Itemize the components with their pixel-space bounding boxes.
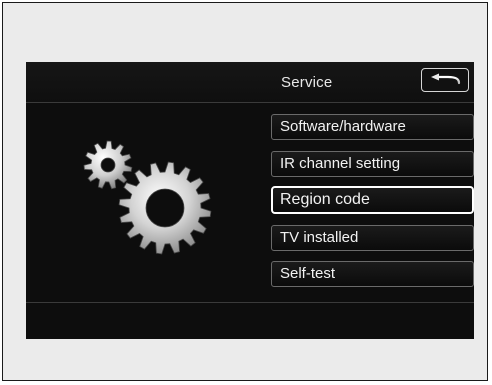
menu-item-label: TV installed [280, 229, 359, 246]
back-button[interactable] [421, 68, 469, 92]
menu-item-tv-installed[interactable]: TV installed [271, 225, 474, 251]
footer-divider [26, 302, 474, 303]
small-gear-shape [83, 140, 133, 190]
menu-item-software-hardware[interactable]: Software/hardware [271, 114, 474, 140]
manual-figure-frame: Service Software/hardware IR channel set… [2, 2, 488, 381]
menu-item-self-test[interactable]: Self-test [271, 261, 474, 287]
menu-item-ir-channel-setting[interactable]: IR channel setting [271, 151, 474, 177]
page-title: Service [281, 74, 333, 91]
service-screen: Service Software/hardware IR channel set… [26, 62, 474, 339]
gears-icon [83, 140, 212, 255]
back-arrow-icon [431, 73, 461, 85]
menu-item-label: Software/hardware [280, 118, 406, 135]
menu-item-label: Region code [280, 191, 370, 208]
big-gear-shape [118, 161, 212, 255]
header-bar: Service [26, 62, 474, 102]
header-divider [26, 102, 474, 103]
menu-item-label: IR channel setting [280, 155, 401, 172]
menu-item-region-code[interactable]: Region code [271, 186, 474, 214]
menu-item-label: Self-test [280, 265, 336, 282]
